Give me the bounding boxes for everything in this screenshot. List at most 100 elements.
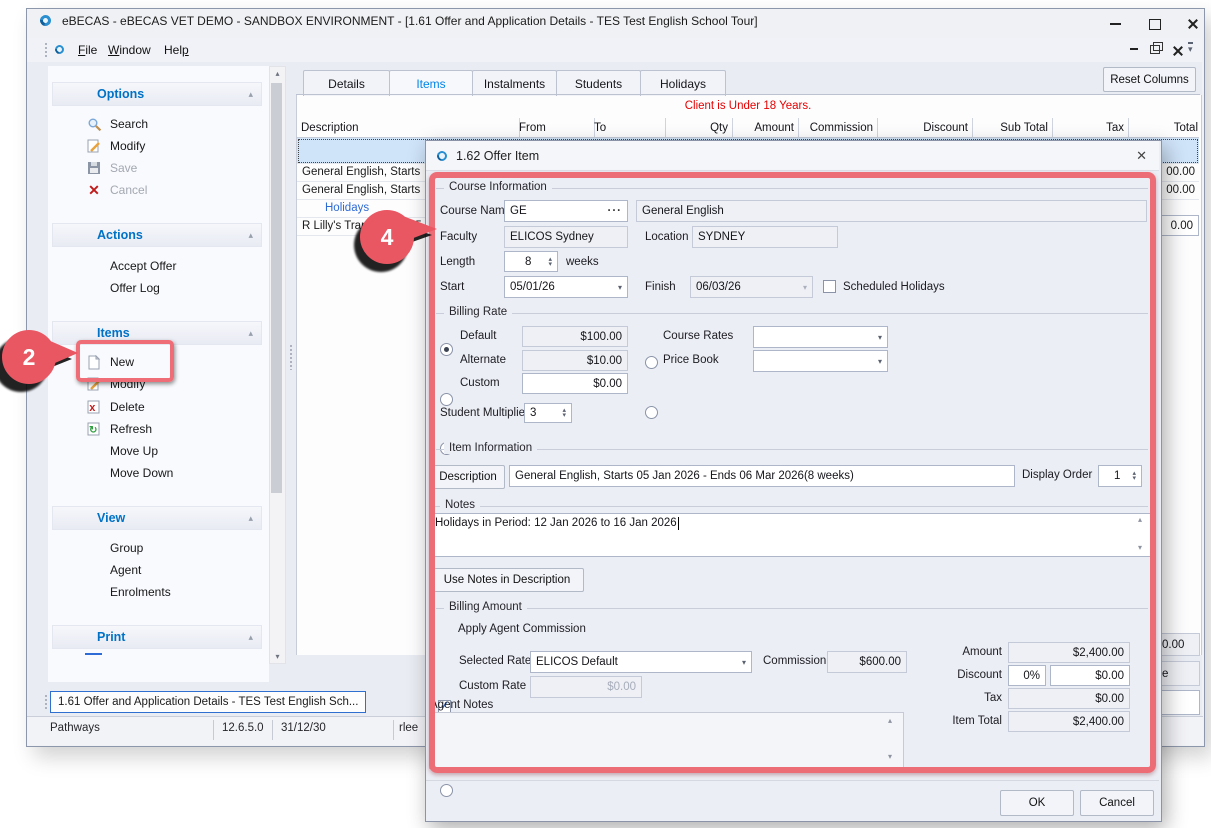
commission-field: $600.00	[827, 651, 907, 673]
description-field[interactable]: General English, Starts 05 Jan 2026 - En…	[509, 465, 1015, 487]
scroll-up-icon[interactable]: ▴	[888, 716, 892, 725]
column-header-tax[interactable]: Tax	[1048, 118, 1129, 137]
agent-notes-scroll-up[interactable]: ▴	[888, 716, 892, 725]
stepper-arrows-icon[interactable]: ▴▾	[562, 408, 566, 418]
sidebar-item-delete[interactable]: x Delete	[52, 396, 260, 418]
column-header-to[interactable]: To	[590, 118, 666, 137]
student-multiplier-stepper[interactable]: 3 ▴▾	[524, 403, 572, 423]
groupbox-legend: Item Information	[444, 442, 537, 454]
display-order-stepper[interactable]: 1 ▴▾	[1098, 465, 1142, 487]
chevron-down-icon[interactable]: ▾	[742, 658, 746, 667]
discount-percent-field[interactable]: 0%	[1008, 665, 1046, 686]
scroll-down-icon[interactable]: ▾	[270, 652, 285, 661]
faculty-field: ELICOS Sydney	[504, 226, 628, 248]
sidebar-item-modify[interactable]: Modify	[52, 135, 260, 157]
dialog-title-bar[interactable]: 1.62 Offer Item ✕	[426, 141, 1159, 171]
tab-items[interactable]: Items	[389, 70, 473, 96]
splitter-handle[interactable]	[289, 344, 293, 370]
description-button[interactable]: Description	[431, 465, 505, 489]
menu-window[interactable]: Window	[102, 41, 157, 59]
custom-rate-field-billing[interactable]: $0.00	[522, 373, 628, 394]
stepper-arrows-icon[interactable]: ▴▾	[548, 257, 552, 267]
default-rate-radio[interactable]	[440, 343, 453, 356]
mdi-minimize-button[interactable]	[1125, 40, 1143, 58]
notes-textarea[interactable]: Holidays in Period: 12 Jan 2026 to 16 Ja…	[429, 513, 1152, 557]
column-header-from[interactable]: From	[515, 118, 595, 137]
tab-details[interactable]: Details	[303, 70, 390, 96]
collapse-icon[interactable]: ▴	[248, 230, 253, 241]
cancel-button[interactable]: Cancel	[1080, 790, 1154, 816]
price-book-dropdown[interactable]: ▾	[753, 350, 888, 372]
tab-instalments[interactable]: Instalments	[472, 70, 557, 96]
sidebar-item-refresh[interactable]: ↻ Refresh	[52, 418, 260, 440]
sidebar-scrollbar[interactable]: ▴ ▾	[269, 66, 286, 664]
finish-date-dropdown[interactable]: 06/03/26▾	[690, 276, 813, 298]
open-window-tab[interactable]: 1.61 Offer and Application Details - TES…	[50, 691, 366, 713]
course-code-field[interactable]: GE ···	[504, 200, 628, 222]
column-header-qty[interactable]: Qty	[661, 118, 733, 137]
menubar-grip[interactable]	[44, 42, 48, 59]
sidebar-item-cancel[interactable]: ✕ Cancel	[52, 179, 260, 201]
sidebar-scrollbar-thumb[interactable]	[271, 83, 282, 493]
collapse-icon[interactable]: ▴	[248, 89, 253, 100]
scheduled-holidays-label: Scheduled Holidays	[843, 281, 945, 293]
stepper-arrows-icon[interactable]: ▴▾	[1132, 471, 1136, 481]
start-date-dropdown[interactable]: 05/01/26▾	[504, 276, 628, 298]
ok-button[interactable]: OK	[1000, 790, 1074, 816]
sidebar-item-search[interactable]: Search	[52, 113, 260, 135]
scroll-up-icon[interactable]: ▴	[270, 69, 285, 78]
mdi-close-button[interactable]	[1167, 40, 1185, 58]
agent-notes-textarea[interactable]	[429, 712, 904, 769]
sidebar-section-options[interactable]: Options ▴	[52, 82, 262, 106]
menu-help[interactable]: Help	[158, 41, 195, 59]
selected-rate-dropdown[interactable]: ELICOS Default▾	[530, 651, 752, 673]
notes-scrollbar[interactable]: ▴	[1138, 515, 1142, 524]
length-stepper[interactable]: 8 ▴▾	[504, 251, 558, 272]
sidebar-section-print[interactable]: Print ▴	[52, 625, 262, 649]
use-notes-in-description-button[interactable]: Use Notes in Description	[430, 568, 584, 592]
course-lookup-ellipsis-icon[interactable]: ···	[608, 205, 623, 217]
column-header-subtotal[interactable]: Sub Total	[968, 118, 1053, 137]
minimize-button[interactable]	[1098, 13, 1132, 35]
close-button[interactable]	[1176, 13, 1210, 35]
alternate-rate-radio[interactable]	[440, 393, 453, 406]
chevron-down-icon[interactable]: ▾	[618, 283, 622, 292]
collapse-icon[interactable]: ▴	[248, 513, 253, 524]
discount-amount-field[interactable]: $0.00	[1050, 665, 1130, 686]
menubar-overflow-icon[interactable]: ▾	[1188, 42, 1193, 54]
groupbox-line	[436, 608, 1148, 609]
scroll-down-icon[interactable]: ▾	[1138, 543, 1142, 552]
reset-columns-button[interactable]: Reset Columns	[1103, 67, 1196, 92]
notes-scrollbar-down[interactable]: ▾	[1138, 543, 1142, 552]
tab-strip-line	[296, 94, 1200, 95]
maximize-button[interactable]	[1138, 13, 1172, 35]
scroll-up-icon[interactable]: ▴	[1138, 515, 1142, 524]
column-header-total[interactable]: Total	[1124, 118, 1202, 137]
collapse-icon[interactable]: ▴	[248, 632, 253, 643]
agent-notes-scroll-down[interactable]: ▾	[888, 752, 892, 761]
tab-students[interactable]: Students	[556, 70, 641, 96]
column-header-amount[interactable]: Amount	[728, 118, 799, 137]
tab-label: Details	[328, 77, 365, 91]
tab-holidays[interactable]: Holidays	[640, 70, 726, 96]
collapse-icon[interactable]: ▴	[248, 328, 253, 339]
groupbox-line	[436, 449, 1148, 450]
scroll-down-icon[interactable]: ▾	[888, 752, 892, 761]
tabbar-grip[interactable]	[44, 694, 48, 711]
column-header-description[interactable]: Description	[297, 118, 520, 137]
chevron-down-icon[interactable]: ▾	[878, 333, 882, 342]
scheduled-holidays-checkbox[interactable]	[823, 280, 836, 293]
menu-file[interactable]: File	[72, 41, 103, 59]
course-rates-dropdown[interactable]: ▾	[753, 326, 888, 348]
column-header-discount[interactable]: Discount	[873, 118, 973, 137]
custom-rate-radio[interactable]	[440, 784, 453, 797]
dialog-close-icon[interactable]: ✕	[1136, 148, 1147, 164]
mdi-restore-button[interactable]	[1146, 40, 1164, 58]
sidebar-section-actions[interactable]: Actions ▴	[52, 223, 262, 247]
column-header-commission[interactable]: Commission	[794, 118, 878, 137]
course-rates-radio[interactable]	[645, 356, 658, 369]
chevron-down-icon[interactable]: ▾	[878, 357, 882, 366]
price-book-radio[interactable]	[645, 406, 658, 419]
sidebar-item-save[interactable]: Save	[52, 157, 260, 179]
sidebar-section-view[interactable]: View ▴	[52, 506, 262, 530]
